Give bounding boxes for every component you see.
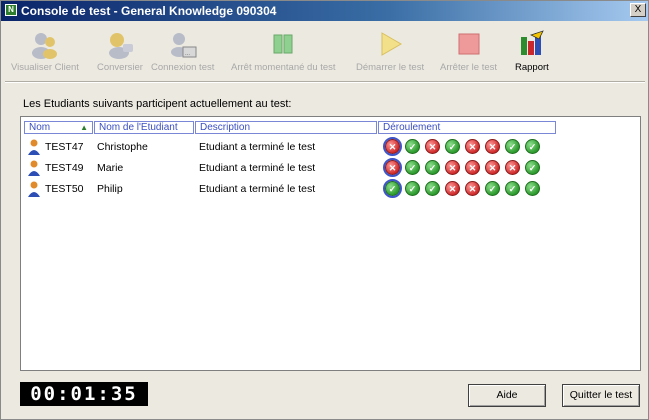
play-icon — [375, 29, 405, 59]
toolbar-start-test[interactable]: Démarrer le test — [356, 29, 424, 73]
check-icon[interactable]: ✓ — [383, 179, 402, 198]
pause-icon — [268, 29, 298, 59]
toolbar-label: Conversier — [97, 62, 143, 73]
quit-test-button[interactable]: Quitter le test — [562, 384, 640, 407]
students-info-label: Les Etudiants suivants participent actue… — [23, 98, 292, 110]
check-icon[interactable]: ✓ — [485, 181, 500, 196]
table-row[interactable]: TEST47 Christophe Etudiant a terminé le … — [23, 137, 623, 157]
student-id: TEST47 — [45, 141, 84, 153]
student-icon — [27, 160, 41, 176]
student-name: Christophe — [97, 141, 148, 153]
test-console-window: N Console de test - General Knowledge 09… — [0, 0, 649, 420]
student-id: TEST50 — [45, 183, 84, 195]
users-icon — [30, 29, 60, 59]
column-header-deroulement[interactable]: Déroulement — [378, 121, 556, 134]
student-icon — [27, 181, 41, 197]
toolbar-separator — [5, 81, 645, 83]
column-header-description[interactable]: Description — [195, 121, 377, 134]
cross-icon[interactable]: ✕ — [505, 160, 520, 175]
toolbar-label: Arrêter le test — [440, 62, 498, 73]
table-row[interactable]: TEST50 Philip Etudiant a terminé le test… — [23, 179, 623, 199]
check-icon[interactable]: ✓ — [525, 139, 540, 154]
check-icon[interactable]: ✓ — [525, 160, 540, 175]
cross-icon[interactable]: ✕ — [485, 139, 500, 154]
check-icon[interactable]: ✓ — [505, 139, 520, 154]
table-row[interactable]: TEST49 Marie Etudiant a terminé le test … — [23, 158, 623, 178]
cross-icon[interactable]: ✕ — [485, 160, 500, 175]
toolbar-label: Visualiser Client — [11, 62, 79, 73]
app-icon: N — [5, 4, 17, 16]
elapsed-timer: 00:01:35 — [20, 382, 148, 406]
student-icon — [27, 139, 41, 155]
help-button[interactable]: Aide — [468, 384, 546, 407]
connect-icon: ... — [168, 29, 198, 59]
toolbar-label: Rapport — [515, 62, 549, 73]
check-icon[interactable]: ✓ — [445, 139, 460, 154]
column-header-nom-etudiant[interactable]: Nom de l'Etudiant — [94, 121, 194, 134]
cross-icon[interactable]: ✕ — [445, 181, 460, 196]
student-description: Etudiant a terminé le test — [199, 162, 316, 174]
student-description: Etudiant a terminé le test — [199, 183, 316, 195]
cross-icon[interactable]: ✕ — [465, 160, 480, 175]
check-icon[interactable]: ✓ — [505, 181, 520, 196]
check-icon[interactable]: ✓ — [425, 160, 440, 175]
students-list[interactable]: Nom ▲ Nom de l'Etudiant Description Déro… — [20, 116, 641, 371]
toolbar-connexion-test[interactable]: ... Connexion test — [151, 29, 214, 73]
cross-icon[interactable]: ✕ — [383, 158, 402, 177]
toolbar: Visualiser Client Conversier ... Connexi… — [1, 23, 648, 81]
cross-icon[interactable]: ✕ — [465, 181, 480, 196]
check-icon[interactable]: ✓ — [405, 139, 420, 154]
toolbar-pause-test[interactable]: Arrêt momentané du test — [231, 29, 336, 73]
svg-text:...: ... — [185, 51, 190, 57]
check-icon[interactable]: ✓ — [405, 160, 420, 175]
check-icon[interactable]: ✓ — [525, 181, 540, 196]
report-icon — [517, 29, 547, 59]
toolbar-label: Arrêt momentané du test — [231, 62, 336, 73]
close-button[interactable]: X — [630, 3, 646, 17]
check-icon[interactable]: ✓ — [425, 181, 440, 196]
window-title: Console de test - General Knowledge 0903… — [21, 4, 277, 18]
student-description: Etudiant a terminé le test — [199, 141, 316, 153]
toolbar-rapport[interactable]: Rapport — [515, 29, 549, 73]
cross-icon[interactable]: ✕ — [425, 139, 440, 154]
student-name: Marie — [97, 162, 124, 174]
toolbar-visualiser-client[interactable]: Visualiser Client — [11, 29, 79, 73]
cross-icon[interactable]: ✕ — [383, 137, 402, 156]
toolbar-label: Connexion test — [151, 62, 215, 73]
cross-icon[interactable]: ✕ — [445, 160, 460, 175]
student-name: Philip — [97, 183, 123, 195]
toolbar-label: Démarrer le test — [356, 62, 425, 73]
check-icon[interactable]: ✓ — [405, 181, 420, 196]
chat-icon — [105, 29, 135, 59]
title-bar: N Console de test - General Knowledge 09… — [1, 1, 648, 21]
cross-icon[interactable]: ✕ — [465, 139, 480, 154]
stop-icon — [454, 29, 484, 59]
sort-up-icon: ▲ — [80, 123, 88, 132]
toolbar-conversier[interactable]: Conversier — [97, 29, 143, 73]
toolbar-stop-test[interactable]: Arrêter le test — [440, 29, 497, 73]
student-id: TEST49 — [45, 162, 84, 174]
column-header-nom[interactable]: Nom ▲ — [24, 121, 93, 134]
